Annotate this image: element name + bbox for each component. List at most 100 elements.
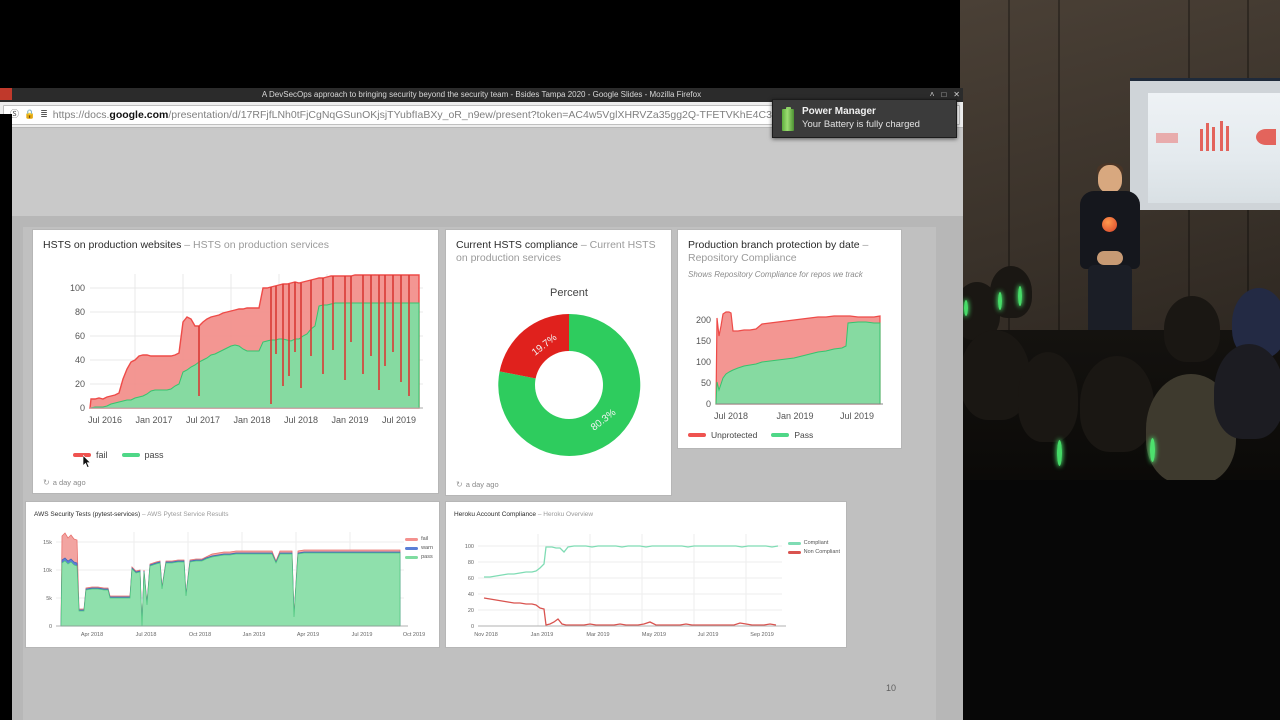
- screen: Lucky 7 BSIDES Tampa 2020 A DevSec ops a…: [0, 0, 1280, 720]
- panel-footer-hsts-donut: ↻ a day ago: [456, 480, 499, 489]
- svg-text:0: 0: [49, 624, 52, 630]
- legend-label-fail: fail: [96, 450, 108, 460]
- svg-text:Oct 2018: Oct 2018: [189, 632, 211, 638]
- svg-text:Apr 2019: Apr 2019: [297, 632, 319, 638]
- panel-title-main: Production branch protection by date: [688, 239, 860, 251]
- firefox-window: A DevSecOps approach to bringing securit…: [0, 88, 963, 720]
- svg-text:0: 0: [80, 403, 85, 413]
- refresh-icon[interactable]: ↻: [43, 478, 50, 487]
- legend-heroku: Compliant Non Compliant: [787, 540, 840, 555]
- panel-title-hsts-donut: Current HSTS compliance – Current HSTS o…: [446, 230, 671, 265]
- legend-label-pass: Pass: [794, 430, 814, 440]
- legend-label-non-compliant: Non Compliant: [803, 549, 840, 555]
- legend-label-pass: pass: [144, 450, 164, 460]
- mouse-cursor: [83, 455, 92, 468]
- legend-item-compliant[interactable]: Compliant: [787, 540, 840, 546]
- presenter-hands: [1097, 251, 1123, 265]
- legend-item-unprotected[interactable]: Unprotected: [688, 430, 757, 440]
- svg-text:Jul 2019: Jul 2019: [382, 415, 416, 425]
- projection-screen: [1130, 78, 1280, 210]
- panel-title-sub: – Heroku Overview: [537, 511, 594, 518]
- panel-description-branch: Shows Repository Compliance for repos we…: [688, 270, 863, 279]
- glow-badge: [1150, 438, 1155, 462]
- legend-item-fail[interactable]: fail: [405, 536, 433, 542]
- last-updated-label: a day ago: [52, 478, 86, 487]
- legend-branch: Unprotected Pass: [688, 430, 813, 440]
- chart-hsts-timeline: 02040 6080100 Jul 2016 Jan 2017 Jul 2017…: [70, 274, 423, 425]
- presenter-head: [1098, 165, 1122, 193]
- panel-title-main: HSTS on production websites: [43, 239, 182, 251]
- url-text: https://docs.google.com/presentation/d/1…: [53, 109, 783, 121]
- svg-text:100: 100: [465, 544, 474, 550]
- legend-swatch-compliant: [787, 541, 801, 545]
- presentation-viewport: HSTS on production websites – HSTS on pr…: [12, 216, 963, 720]
- audience-member: [1080, 356, 1154, 452]
- svg-text:15k: 15k: [43, 540, 52, 546]
- svg-text:Jan 2019: Jan 2019: [243, 632, 266, 638]
- svg-text:Oct 2019: Oct 2019: [403, 632, 425, 638]
- url-path: /presentation/d/17RFjfLNh0tFjCgNqGSunOKj…: [168, 108, 783, 121]
- glow-badge: [1057, 440, 1062, 466]
- audience-member: [1018, 352, 1078, 442]
- svg-text:Mar 2019: Mar 2019: [586, 632, 609, 638]
- donut-chart-label: Percent: [550, 287, 588, 299]
- svg-text:Jan 2018: Jan 2018: [233, 415, 270, 425]
- power-manager-notification[interactable]: Power Manager Your Battery is fully char…: [772, 99, 957, 138]
- conference-video-pane: Lucky 7 BSIDES Tampa 2020 A DevSec ops a…: [960, 0, 1280, 720]
- panel-title-aws: AWS Security Tests (pytest-services) – A…: [26, 502, 439, 521]
- svg-text:0: 0: [471, 624, 474, 630]
- permissions-icon[interactable]: ≣: [40, 110, 48, 119]
- legend-item-pass[interactable]: pass: [405, 554, 433, 560]
- svg-text:100: 100: [70, 283, 85, 293]
- svg-text:Jan 2019: Jan 2019: [331, 415, 368, 425]
- audience-member: [990, 266, 1032, 318]
- slide-canvas: HSTS on production websites – HSTS on pr…: [23, 227, 936, 720]
- panel-title-main: Current HSTS compliance: [456, 239, 578, 251]
- legend-label-pass: pass: [421, 554, 433, 560]
- legend-swatch-non-compliant: [787, 550, 801, 554]
- legend-swatch-pass: [771, 433, 790, 437]
- legend-item-non-compliant[interactable]: Non Compliant: [787, 549, 840, 555]
- refresh-icon[interactable]: ↻: [456, 480, 463, 489]
- panel-title-heroku: Heroku Account Compliance – Heroku Overv…: [446, 502, 846, 521]
- panel-title-hsts-timeline: HSTS on production websites – HSTS on pr…: [33, 230, 438, 252]
- svg-text:Nov 2018: Nov 2018: [474, 632, 498, 638]
- svg-text:20: 20: [468, 608, 474, 614]
- legend-item-pass[interactable]: Pass: [771, 430, 813, 440]
- svg-text:Jul 2016: Jul 2016: [88, 415, 122, 425]
- svg-text:80: 80: [468, 560, 474, 566]
- svg-text:Jul 2019: Jul 2019: [840, 411, 874, 421]
- svg-text:10k: 10k: [43, 568, 52, 574]
- glow-badge: [998, 292, 1002, 310]
- window-title: A DevSecOps approach to bringing securit…: [261, 90, 702, 99]
- legend-item-warn[interactable]: warn: [405, 545, 433, 551]
- glow-badge: [964, 300, 968, 316]
- projected-slide: [1148, 93, 1280, 203]
- svg-text:Jul 2018: Jul 2018: [714, 411, 748, 421]
- svg-text:40: 40: [75, 355, 85, 365]
- panel-title-main: Heroku Account Compliance: [454, 511, 537, 518]
- svg-text:80: 80: [75, 307, 85, 317]
- desktop-accent-block: [0, 88, 12, 100]
- svg-text:200: 200: [696, 315, 711, 325]
- notification-text: Power Manager Your Battery is fully char…: [802, 106, 920, 130]
- panel-branch-protection: Production branch protection by date – R…: [678, 230, 901, 448]
- chart-heroku-compliance: 0 20 40 60 80 100 Nov 2018 Jan 2019 Mar 2019: [465, 534, 786, 638]
- svg-text:Apr 2018: Apr 2018: [81, 632, 103, 638]
- svg-text:60: 60: [75, 331, 85, 341]
- svg-text:May 2019: May 2019: [642, 632, 666, 638]
- lock-icon[interactable]: 🔒: [24, 110, 35, 119]
- chart-hsts-donut: Percent 19.7% 80.3%: [498, 287, 641, 456]
- panel-title-main: AWS Security Tests (pytest-services): [34, 511, 141, 518]
- slide-number-label: 10: [885, 683, 896, 693]
- legend-aws: fail warn pass: [405, 536, 433, 560]
- legend-swatch-pass: [121, 453, 140, 457]
- legend-item-pass[interactable]: pass: [121, 450, 164, 460]
- legend-label-compliant: Compliant: [803, 540, 829, 546]
- audience-member: [1214, 344, 1280, 439]
- svg-text:40: 40: [468, 592, 474, 598]
- legend-label-warn: warn: [421, 545, 433, 551]
- url-scheme: https://docs.: [52, 108, 110, 121]
- svg-text:Jan 2019: Jan 2019: [531, 632, 554, 638]
- svg-text:60: 60: [468, 576, 474, 582]
